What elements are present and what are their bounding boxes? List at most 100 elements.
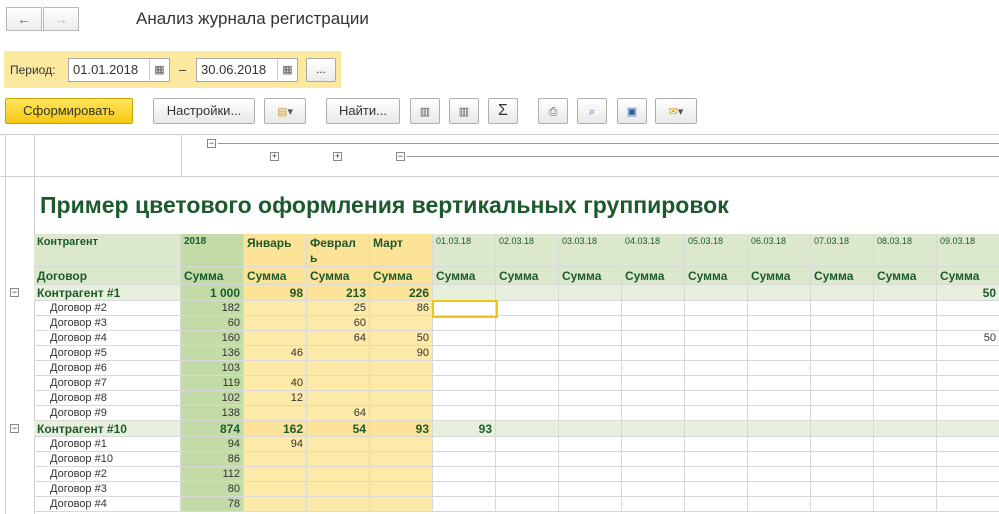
collapse-group-icon[interactable]: − xyxy=(207,139,216,148)
cell-day-sum[interactable] xyxy=(937,391,999,406)
variants-menu-button[interactable]: ▤ ▾ xyxy=(264,98,306,124)
cell-day-sum[interactable] xyxy=(622,467,685,482)
cell-day-sum[interactable] xyxy=(622,497,685,512)
cell-day-sum[interactable] xyxy=(433,331,496,346)
cell-day-sum[interactable] xyxy=(622,316,685,331)
cell-day-sum[interactable]: 50 xyxy=(937,331,999,346)
cell-year-sum[interactable]: 103 xyxy=(181,361,244,376)
collapse-row-group-icon[interactable]: − xyxy=(10,288,19,297)
cell-day-sum[interactable] xyxy=(622,482,685,497)
cell-day-sum[interactable] xyxy=(811,437,874,452)
cell-year-sum[interactable]: 102 xyxy=(181,391,244,406)
cell-day-sum[interactable] xyxy=(622,452,685,467)
cell-day-sum[interactable] xyxy=(496,497,559,512)
cell-day-sum[interactable] xyxy=(748,497,811,512)
cell-day-sum[interactable] xyxy=(874,452,937,467)
row-contract[interactable]: Договор #2 xyxy=(34,301,181,316)
cell-day-sum[interactable] xyxy=(559,331,622,346)
send-menu-button[interactable]: ✉ ▾ xyxy=(655,98,697,124)
cell-day-sum[interactable] xyxy=(496,437,559,452)
row-contract[interactable]: Договор #2 xyxy=(34,467,181,482)
cell-day-sum[interactable] xyxy=(685,437,748,452)
cell-day-sum[interactable] xyxy=(811,346,874,361)
cell-month-sum[interactable]: 226 xyxy=(370,285,433,301)
cell-year-sum[interactable]: 60 xyxy=(181,316,244,331)
cell-month-sum[interactable] xyxy=(370,406,433,421)
collapse-group-icon[interactable]: − xyxy=(396,152,405,161)
cell-day-sum[interactable] xyxy=(433,316,496,331)
cell-year-sum[interactable]: 136 xyxy=(181,346,244,361)
cell-day-sum[interactable] xyxy=(496,452,559,467)
cell-day-sum[interactable] xyxy=(622,331,685,346)
cell-day-sum[interactable] xyxy=(874,437,937,452)
cell-day-sum[interactable] xyxy=(937,452,999,467)
cell-day-sum[interactable] xyxy=(874,467,937,482)
cell-day-sum[interactable] xyxy=(433,391,496,406)
cell-year-sum[interactable]: 1 000 xyxy=(181,285,244,301)
cell-day-sum[interactable] xyxy=(937,361,999,376)
cell-day-sum[interactable] xyxy=(685,346,748,361)
preview-button[interactable]: ⌕ xyxy=(577,98,607,124)
cell-month-sum[interactable] xyxy=(307,467,370,482)
row-contract[interactable]: Договор #10 xyxy=(34,452,181,467)
cell-month-sum[interactable] xyxy=(244,361,307,376)
find-button[interactable]: Найти... xyxy=(326,98,400,124)
cell-day-sum[interactable] xyxy=(874,482,937,497)
cell-day-sum[interactable] xyxy=(496,482,559,497)
row-counterparty[interactable]: Контрагент #1 xyxy=(34,285,181,301)
cell-day-sum[interactable] xyxy=(811,361,874,376)
cell-day-sum[interactable] xyxy=(811,376,874,391)
cell-day-sum[interactable] xyxy=(748,285,811,301)
cell-day-sum[interactable]: 93 xyxy=(433,421,496,437)
cell-day-sum[interactable] xyxy=(433,346,496,361)
row-contract[interactable]: Договор #5 xyxy=(34,346,181,361)
period-select-button[interactable]: ... xyxy=(306,58,336,82)
cell-month-sum[interactable] xyxy=(307,376,370,391)
back-button[interactable]: ← xyxy=(6,7,42,31)
cell-day-sum[interactable] xyxy=(622,376,685,391)
cell-year-sum[interactable]: 160 xyxy=(181,331,244,346)
cell-day-sum[interactable] xyxy=(622,301,685,316)
cell-month-sum[interactable] xyxy=(307,391,370,406)
cell-month-sum[interactable] xyxy=(370,391,433,406)
cell-day-sum[interactable] xyxy=(937,316,999,331)
cell-day-sum[interactable] xyxy=(559,467,622,482)
print-button[interactable]: ⎙ xyxy=(538,98,568,124)
settings-button[interactable]: Настройки... xyxy=(153,98,255,124)
cell-day-sum[interactable] xyxy=(559,437,622,452)
cell-day-sum[interactable] xyxy=(685,361,748,376)
cell-year-sum[interactable]: 182 xyxy=(181,301,244,316)
cell-day-sum[interactable] xyxy=(496,467,559,482)
cell-day-sum[interactable] xyxy=(433,482,496,497)
cell-day-sum[interactable] xyxy=(496,316,559,331)
cell-year-sum[interactable]: 94 xyxy=(181,437,244,452)
cell-day-sum[interactable] xyxy=(433,467,496,482)
cell-month-sum[interactable]: 90 xyxy=(370,346,433,361)
save-button[interactable]: ▣ xyxy=(617,98,647,124)
cell-day-sum[interactable] xyxy=(685,376,748,391)
period-from-field[interactable]: 01.01.2018 ▦ xyxy=(68,58,170,82)
cell-day-sum[interactable] xyxy=(433,376,496,391)
row-contract[interactable]: Договор #8 xyxy=(34,391,181,406)
cell-day-sum[interactable] xyxy=(937,482,999,497)
cell-day-sum[interactable] xyxy=(685,497,748,512)
calendar-icon[interactable]: ▦ xyxy=(149,59,169,81)
cell-day-sum[interactable] xyxy=(874,361,937,376)
cell-day-sum[interactable] xyxy=(433,452,496,467)
cell-month-sum[interactable]: 12 xyxy=(244,391,307,406)
cell-month-sum[interactable] xyxy=(244,497,307,512)
cell-month-sum[interactable] xyxy=(370,376,433,391)
cell-month-sum[interactable] xyxy=(244,467,307,482)
cell-day-sum[interactable]: 50 xyxy=(937,285,999,301)
cell-day-sum[interactable] xyxy=(937,421,999,437)
cell-day-sum[interactable] xyxy=(622,391,685,406)
cell-day-sum[interactable] xyxy=(622,285,685,301)
cell-day-sum[interactable] xyxy=(559,497,622,512)
cell-month-sum[interactable] xyxy=(307,482,370,497)
cell-day-sum[interactable] xyxy=(685,467,748,482)
row-contract[interactable]: Договор #7 xyxy=(34,376,181,391)
cell-month-sum[interactable] xyxy=(370,467,433,482)
cell-day-sum[interactable] xyxy=(496,391,559,406)
cell-day-sum[interactable] xyxy=(811,316,874,331)
cell-month-sum[interactable] xyxy=(370,497,433,512)
